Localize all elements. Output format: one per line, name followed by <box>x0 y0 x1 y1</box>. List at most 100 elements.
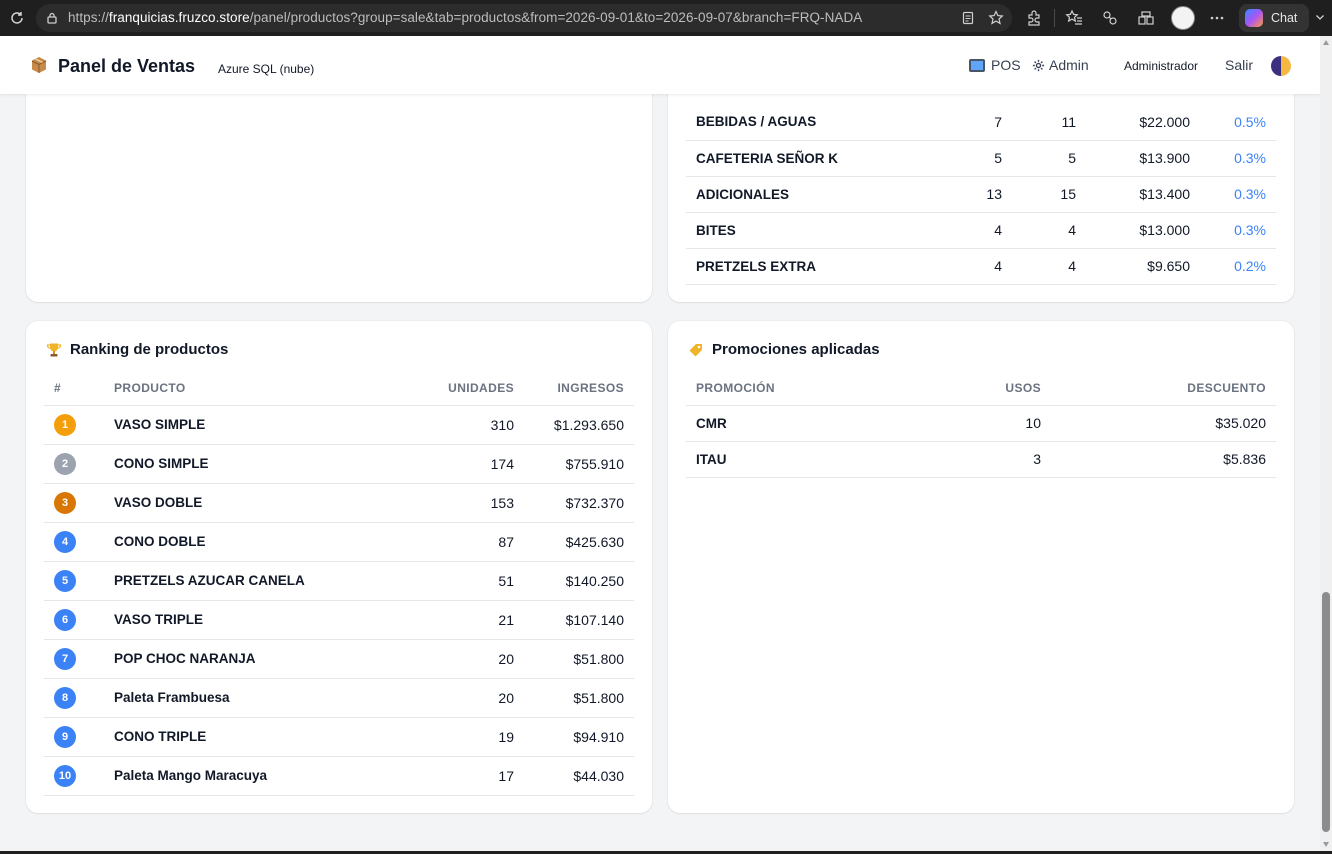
ranking-table-body: 1 VASO SIMPLE 310 $1.293.650 2 CONO SIMPLE 174… <box>44 405 634 796</box>
more-menu-icon[interactable] <box>1207 8 1227 28</box>
ranking-row: 6 VASO TRIPLE 21 $107.140 <box>44 600 634 640</box>
category-name: CAFETERIA SEÑOR K <box>686 140 936 177</box>
product-revenue: $51.800 <box>514 639 634 679</box>
product-units: 87 <box>414 522 514 562</box>
category-count-a: 7 <box>936 104 1002 141</box>
product-units: 174 <box>414 444 514 484</box>
url-scheme: https:// <box>68 10 109 25</box>
profile-avatar[interactable] <box>1171 6 1195 30</box>
ranking-header-row: # PRODUCTO UNIDADES INGRESOS <box>44 371 634 406</box>
col-header-product: PRODUCTO <box>114 371 414 406</box>
product-name: Paleta Mango Maracuya <box>114 756 414 796</box>
promotions-card: Promociones aplicadas PROMOCIÓN USOS DES… <box>668 321 1294 813</box>
rank-cell: 7 <box>44 639 114 679</box>
database-label: Azure SQL (nube) <box>218 62 315 76</box>
favorites-icon[interactable] <box>1064 8 1084 28</box>
nav-admin-label: Admin <box>1049 57 1089 73</box>
vertical-scrollbar[interactable] <box>1320 36 1332 851</box>
rank-badge: 8 <box>54 686 76 709</box>
category-name: PRETZELS EXTRA <box>686 248 936 285</box>
trophy-icon <box>46 342 62 358</box>
category-total: $9.650 <box>1076 248 1190 285</box>
nav-admin-link[interactable]: Admin <box>1032 57 1089 73</box>
category-row: BEBIDAS / AGUAS 7 11 $22.000 0.5% <box>686 104 1276 141</box>
category-percent: 0.2% <box>1190 248 1276 285</box>
reader-mode-icon[interactable] <box>960 10 976 26</box>
category-count-a: 13 <box>936 176 1002 213</box>
category-count-a: 4 <box>936 248 1002 285</box>
product-revenue: $425.630 <box>514 522 634 562</box>
category-name: BEBIDAS / AGUAS <box>686 104 936 141</box>
col-header-promo: PROMOCIÓN <box>686 371 886 406</box>
product-name: PRETZELS AZUCAR CANELA <box>114 561 414 601</box>
category-row: BITES 4 4 $13.000 0.3% <box>686 212 1276 249</box>
product-revenue: $755.910 <box>514 444 634 484</box>
category-count-a: 4 <box>936 212 1002 249</box>
rank-badge: 9 <box>54 725 76 748</box>
promotion-discount: $35.020 <box>1041 405 1276 442</box>
promotion-uses: 3 <box>886 441 1041 478</box>
product-units: 20 <box>414 639 514 679</box>
ranking-title-text: Ranking de productos <box>70 341 229 358</box>
address-bar[interactable]: https://franquicias.fruzco.store/panel/p… <box>36 4 1012 32</box>
gear-icon <box>1032 59 1045 72</box>
category-count-b: 15 <box>1002 176 1076 213</box>
favorite-star-icon[interactable] <box>988 10 1004 26</box>
copilot-chat-button[interactable]: Chat <box>1239 4 1309 32</box>
package-icon <box>30 56 48 74</box>
product-name: POP CHOC NARANJA <box>114 639 414 679</box>
chat-label: Chat <box>1271 11 1298 25</box>
ranking-row: 4 CONO DOBLE 87 $425.630 <box>44 522 634 562</box>
product-name: CONO SIMPLE <box>114 444 414 484</box>
col-header-revenue: INGRESOS <box>514 371 634 406</box>
url-text[interactable]: https://franquicias.fruzco.store/panel/p… <box>68 10 862 25</box>
product-revenue: $51.800 <box>514 678 634 718</box>
scroll-down-arrow[interactable] <box>1323 842 1329 847</box>
category-name: ADICIONALES <box>686 176 936 213</box>
product-revenue: $107.140 <box>514 600 634 640</box>
rank-cell: 8 <box>44 678 114 718</box>
category-percent: 0.5% <box>1190 104 1276 141</box>
product-name: Paleta Frambuesa <box>114 678 414 718</box>
lock-icon[interactable] <box>44 10 60 26</box>
logout-link[interactable]: Salir <box>1225 57 1253 73</box>
col-header-rank: # <box>44 371 114 406</box>
product-name: VASO TRIPLE <box>114 600 414 640</box>
ranking-row: 1 VASO SIMPLE 310 $1.293.650 <box>44 405 634 445</box>
product-revenue: $44.030 <box>514 756 634 796</box>
extensions-icon[interactable] <box>1024 8 1044 28</box>
ranking-card: Ranking de productos # PRODUCTO UNIDADES… <box>26 321 652 813</box>
computer-icon <box>969 58 985 72</box>
category-row: PRETZELS EXTRA 4 4 $9.650 0.2% <box>686 248 1276 285</box>
col-header-units: UNIDADES <box>414 371 514 406</box>
ranking-row: 2 CONO SIMPLE 174 $755.910 <box>44 444 634 484</box>
rank-badge: 3 <box>54 491 76 514</box>
product-units: 51 <box>414 561 514 601</box>
apps-icon[interactable] <box>1136 8 1156 28</box>
nav-pos-link[interactable]: POS <box>969 57 1021 73</box>
category-percent: 0.3% <box>1190 212 1276 249</box>
promotions-title-text: Promociones aplicadas <box>712 341 880 358</box>
url-path: /panel/productos?group=sale&tab=producto… <box>249 10 863 25</box>
promotions-table: PROMOCIÓN USOS DESCUENTO CMR 10 $35.020 ITA… <box>686 371 1276 478</box>
col-header-discount: DESCUENTO <box>1041 371 1276 406</box>
copilot-icon <box>1245 9 1263 27</box>
promotion-uses: 10 <box>886 405 1041 442</box>
reload-icon[interactable] <box>6 7 28 29</box>
product-name: VASO SIMPLE <box>114 405 414 445</box>
rank-cell: 1 <box>44 405 114 445</box>
rank-badge: 1 <box>54 413 76 436</box>
rank-cell: 6 <box>44 600 114 640</box>
rank-badge: 2 <box>54 452 76 475</box>
category-total: $13.400 <box>1076 176 1190 213</box>
url-host: franquicias.fruzco.store <box>108 10 250 25</box>
chevron-down-icon[interactable] <box>1313 10 1327 24</box>
category-percent: 0.3% <box>1190 176 1276 213</box>
scrollbar-thumb[interactable] <box>1322 592 1330 832</box>
ranking-title: Ranking de productos <box>46 341 228 358</box>
theme-toggle-icon[interactable] <box>1271 56 1291 76</box>
category-row: CAFETERIA SEÑOR K 5 5 $13.900 0.3% <box>686 140 1276 177</box>
scroll-up-arrow[interactable] <box>1323 40 1329 45</box>
rank-cell: 3 <box>44 483 114 523</box>
collections-icon[interactable] <box>1100 8 1120 28</box>
